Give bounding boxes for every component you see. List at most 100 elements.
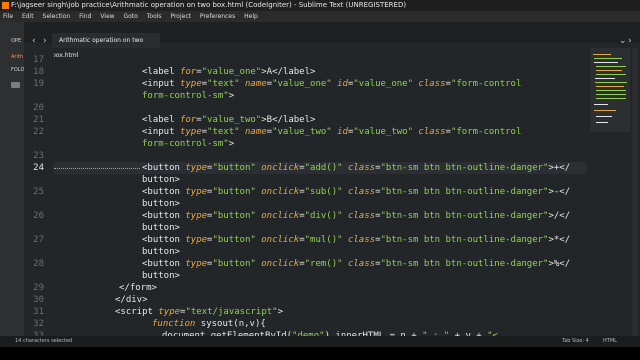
code-line: <input type="text" name="value_one" id="… — [142, 78, 521, 90]
code-token: <label — [142, 115, 180, 125]
minimap-line — [595, 82, 627, 83]
code-line: </div> — [115, 294, 148, 306]
code-token: type — [179, 79, 202, 89]
minimap-line — [594, 110, 616, 111]
menu-preferences[interactable]: Preferences — [200, 13, 235, 20]
code-token: onclick — [261, 187, 300, 197]
line-number: 20 — [33, 103, 44, 113]
menu-tools[interactable]: Tools — [147, 13, 162, 20]
minimap-line — [596, 86, 624, 87]
code-token: type — [185, 235, 208, 245]
line-number: 31 — [33, 307, 44, 317]
code-line: <button type="button" onclick="sub()" cl… — [142, 186, 570, 198]
minimap-line — [593, 54, 611, 55]
code-line: <label for="value_one">A</label> — [142, 66, 315, 78]
code-token: >+</ — [548, 163, 571, 173]
code-token: <button — [142, 163, 186, 173]
minimap-line — [594, 58, 622, 59]
code-token: <input — [142, 127, 180, 137]
code-line: <button type="button" onclick="rem()" cl… — [142, 258, 570, 270]
chevron-right-icon[interactable]: › — [43, 36, 47, 46]
code-token: for — [179, 115, 197, 125]
tab-list-chevron-icon[interactable]: ⌄ — [619, 36, 627, 46]
minimap-line — [596, 116, 612, 117]
line-number: 24 — [33, 163, 44, 173]
code-token: "value_one" — [353, 79, 419, 89]
tab-active-file[interactable]: Arithmatic operation on two box.html — [52, 33, 160, 59]
code-token: > — [228, 91, 235, 101]
code-token: > — [228, 139, 235, 149]
menu-selection[interactable]: Selection — [43, 13, 71, 20]
minimap-line — [596, 66, 626, 67]
tab-label: Arithmatic operation on two box.html — [52, 37, 144, 59]
code-token: class — [347, 211, 376, 221]
code-token: "mul()" — [304, 235, 348, 245]
menu-file[interactable]: File — [3, 13, 13, 20]
code-token: "add()" — [304, 163, 348, 173]
code-line: button> — [142, 246, 180, 258]
taskbar-area — [0, 347, 640, 360]
code-token: "button" — [212, 211, 262, 221]
line-number: 28 — [33, 259, 44, 269]
code-token: id — [337, 79, 348, 89]
code-token: </div> — [115, 295, 148, 305]
code-token: form-control-sm" — [142, 139, 229, 149]
title-bar: F:\jagseer singh\job practice\Arithmatic… — [0, 0, 640, 11]
menu-project[interactable]: Project — [170, 13, 191, 20]
code-line: </form> — [119, 282, 157, 294]
minimap-line — [596, 70, 622, 71]
code-token: name — [244, 79, 267, 89]
code-token: sysout(n,v){ — [200, 319, 266, 329]
code-token: "value_one" — [201, 67, 262, 77]
tab-scroll-icon[interactable]: › — [628, 36, 632, 46]
minimap[interactable] — [590, 48, 630, 132]
menu-help[interactable]: Help — [244, 13, 258, 20]
window-title: F:\jagseer singh\job practice\Arithmatic… — [11, 1, 407, 9]
code-token: >A</label> — [261, 67, 316, 77]
code-token: "sub()" — [304, 187, 348, 197]
code-token: "button" — [212, 163, 262, 173]
menu-view[interactable]: View — [100, 13, 114, 20]
code-token: type — [185, 187, 208, 197]
code-token: "button" — [212, 187, 262, 197]
code-token: class — [418, 79, 446, 89]
code-token: button> — [142, 199, 180, 209]
menu-find[interactable]: Find — [79, 13, 91, 20]
line-number: 19 — [33, 79, 44, 89]
sidebar-folders-header: FOLD — [11, 67, 25, 73]
code-token: class — [347, 163, 376, 173]
code-token: >*</ — [548, 235, 571, 245]
code-token: <button — [142, 187, 186, 197]
code-line: form-control-sm"> — [142, 90, 234, 102]
code-token: "button" — [212, 235, 262, 245]
code-line: <input type="text" name="value_two" id="… — [142, 126, 521, 138]
chevron-left-icon[interactable]: ‹ — [32, 36, 36, 46]
code-token: >B</label> — [261, 115, 316, 125]
code-token: for — [179, 67, 197, 77]
status-syntax[interactable]: HTML — [603, 336, 617, 347]
status-tab-size[interactable]: Tab Size: 4 — [562, 336, 589, 347]
code-token: onclick — [261, 163, 300, 173]
minimap-line — [594, 104, 608, 105]
code-line: form-control-sm"> — [142, 138, 234, 150]
code-line: button> — [142, 222, 180, 234]
code-token: "value_two" — [272, 127, 338, 137]
menu-edit[interactable]: Edit — [22, 13, 34, 20]
minimap-line — [595, 78, 615, 79]
code-token: "text/javascript" — [185, 307, 278, 317]
code-token: <script — [115, 307, 159, 317]
sidebar-item-file[interactable]: Arith — [11, 54, 23, 60]
code-token: button> — [142, 271, 180, 281]
menu-goto[interactable]: Goto — [123, 13, 137, 20]
code-line: button> — [142, 270, 180, 282]
minimap-line — [596, 122, 608, 123]
code-token: >/</ — [548, 211, 571, 221]
code-line: <script type="text/javascript"> — [115, 306, 283, 318]
sublime-app-icon — [2, 2, 9, 9]
code-token: name — [244, 127, 267, 137]
code-line: <button type="button" onclick="div()" cl… — [142, 210, 570, 222]
folder-icon[interactable] — [11, 82, 20, 88]
code-token: onclick — [261, 211, 300, 221]
code-token: >-</ — [548, 187, 571, 197]
vertical-scrollbar[interactable] — [632, 48, 638, 336]
